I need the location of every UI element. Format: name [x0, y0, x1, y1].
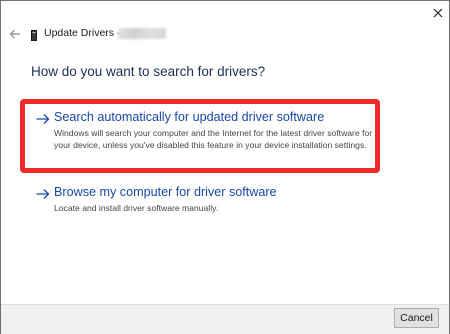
option-title: Search automatically for updated driver …: [54, 110, 325, 124]
cancel-button[interactable]: Cancel: [394, 308, 439, 328]
update-drivers-dialog: Update Drivers - How do you want to sear…: [0, 0, 450, 334]
arrow-right-icon: [36, 187, 50, 205]
option-description: Locate and install driver software manua…: [54, 203, 219, 213]
window-title: Update Drivers -: [44, 27, 121, 39]
close-icon: [433, 8, 443, 18]
arrow-right-icon: [36, 112, 50, 130]
browse-computer-option[interactable]: Browse my computer for driver software L…: [36, 185, 336, 215]
device-name-redacted: [118, 28, 166, 39]
back-arrow-icon[interactable]: [9, 27, 21, 39]
close-button[interactable]: [427, 3, 449, 23]
device-icon: [31, 28, 37, 41]
search-automatically-option[interactable]: Search automatically for updated driver …: [36, 110, 376, 170]
dialog-footer: [1, 304, 449, 334]
page-heading: How do you want to search for drivers?: [31, 64, 266, 79]
option-title: Browse my computer for driver software: [54, 185, 277, 199]
option-description: Windows will search your computer and th…: [54, 128, 373, 150]
